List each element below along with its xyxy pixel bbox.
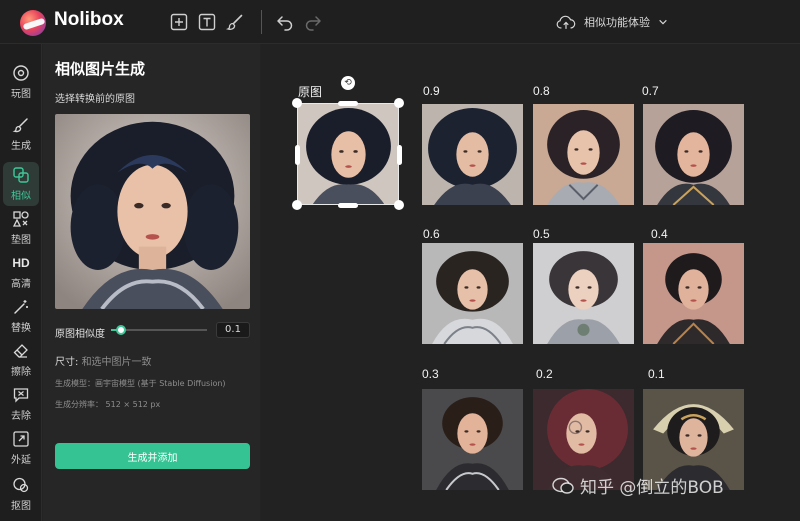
feature-label: 相似功能体验 bbox=[584, 16, 650, 29]
upload-cloud-icon bbox=[556, 15, 576, 29]
remove-icon bbox=[13, 388, 29, 403]
original-label: 原图 bbox=[298, 85, 323, 99]
result-label: 0.7 bbox=[642, 84, 659, 98]
eraser-icon bbox=[13, 344, 28, 358]
watermark-text: 知乎 @倒立的BOB bbox=[580, 478, 724, 498]
selection-frame bbox=[297, 103, 399, 205]
resize-handle-left[interactable] bbox=[295, 145, 300, 165]
watermark: 知乎 @倒立的BOB bbox=[552, 473, 724, 498]
wechat-icon bbox=[552, 477, 574, 494]
left-nav: 玩图 生成 相似 垫图 HD 高清 替换 擦除 去除 外延 抠图 bbox=[0, 44, 42, 521]
magic-wand-icon bbox=[14, 300, 28, 314]
similar-feature-button[interactable]: 相似功能体验 bbox=[556, 9, 668, 35]
result-image[interactable] bbox=[533, 104, 634, 205]
resize-handle-top-right[interactable] bbox=[394, 98, 404, 108]
settings-panel: 相似图片生成 选择转换前的原图 原图相似度 0.1 尺寸: 和选中图片一致 生成… bbox=[43, 44, 260, 521]
top-bar: Nolibox 相似功能体验 bbox=[0, 0, 800, 44]
result-label: 0.1 bbox=[648, 367, 665, 381]
undo-icon[interactable] bbox=[275, 12, 295, 32]
nav-item-pad[interactable]: 垫图 bbox=[3, 206, 39, 250]
result-label: 0.2 bbox=[536, 367, 553, 381]
source-image-preview[interactable] bbox=[55, 114, 250, 309]
result-image[interactable] bbox=[533, 243, 634, 344]
resize-handle-bottom-left[interactable] bbox=[292, 200, 302, 210]
chevron-down-icon bbox=[659, 19, 667, 25]
nav-item-extend[interactable]: 外延 bbox=[3, 426, 39, 470]
text-icon[interactable] bbox=[197, 12, 217, 32]
nav-item-generate[interactable]: 生成 bbox=[3, 112, 39, 156]
toolbar-divider bbox=[261, 10, 262, 34]
add-frame-icon[interactable] bbox=[169, 12, 189, 32]
similarity-label: 原图相似度 bbox=[55, 329, 105, 340]
size-row: 尺寸: 和选中图片一致 bbox=[55, 353, 152, 368]
result-label: 0.8 bbox=[533, 84, 550, 98]
result-label: 0.5 bbox=[533, 227, 550, 241]
nav-item-play[interactable]: 玩图 bbox=[3, 60, 39, 104]
similarity-slider[interactable] bbox=[111, 325, 207, 335]
size-label: 尺寸: bbox=[55, 357, 79, 368]
result-image[interactable] bbox=[643, 243, 744, 344]
similarity-value-input[interactable]: 0.1 bbox=[216, 322, 250, 338]
resize-handle-right[interactable] bbox=[397, 145, 402, 165]
model-info: 生成模型：画宇宙模型 (基于 Stable Diffusion) bbox=[55, 379, 226, 388]
result-image[interactable] bbox=[422, 243, 523, 344]
nav-item-hd[interactable]: HD 高清 bbox=[3, 250, 39, 294]
result-label: 0.9 bbox=[423, 84, 440, 98]
similar-icon bbox=[13, 167, 29, 183]
result-label: 0.3 bbox=[422, 367, 439, 381]
rotate-icon[interactable]: ⟲ bbox=[341, 76, 355, 90]
size-value: 和选中图片一致 bbox=[81, 357, 152, 368]
generate-add-button[interactable]: 生成并添加 bbox=[55, 443, 250, 469]
result-image[interactable] bbox=[643, 104, 744, 205]
cutout-icon bbox=[13, 477, 29, 493]
panel-subtitle: 选择转换前的原图 bbox=[55, 94, 135, 105]
resize-handle-bottom-right[interactable] bbox=[394, 200, 404, 210]
nolibox-logo bbox=[20, 10, 46, 36]
app-name: Nolibox bbox=[54, 9, 124, 30]
nav-item-cutout[interactable]: 抠图 bbox=[3, 472, 39, 516]
panel-title: 相似图片生成 bbox=[55, 60, 146, 78]
gallery-icon bbox=[13, 65, 29, 81]
shapes-icon bbox=[12, 211, 29, 227]
nav-item-erase[interactable]: 擦除 bbox=[3, 338, 39, 382]
nav-item-replace[interactable]: 替换 bbox=[3, 294, 39, 338]
result-label: 0.6 bbox=[423, 227, 440, 241]
nav-item-remove[interactable]: 去除 bbox=[3, 382, 39, 426]
resize-handle-top[interactable] bbox=[338, 101, 358, 106]
resize-handle-bottom[interactable] bbox=[338, 203, 358, 208]
result-image[interactable] bbox=[422, 389, 523, 490]
brush-icon[interactable] bbox=[225, 12, 245, 32]
redo-icon[interactable] bbox=[303, 12, 323, 32]
similarity-slider-thumb[interactable] bbox=[115, 325, 126, 335]
hd-icon: HD bbox=[12, 256, 30, 270]
result-image[interactable] bbox=[422, 104, 523, 205]
expand-icon bbox=[13, 431, 29, 447]
brush-icon bbox=[12, 118, 28, 133]
resize-handle-top-left[interactable] bbox=[292, 98, 302, 108]
resolution-info: 生成分辨率： 512 × 512 px bbox=[55, 400, 161, 409]
nav-item-similar[interactable]: 相似 bbox=[3, 162, 39, 206]
result-label: 0.4 bbox=[651, 227, 668, 241]
